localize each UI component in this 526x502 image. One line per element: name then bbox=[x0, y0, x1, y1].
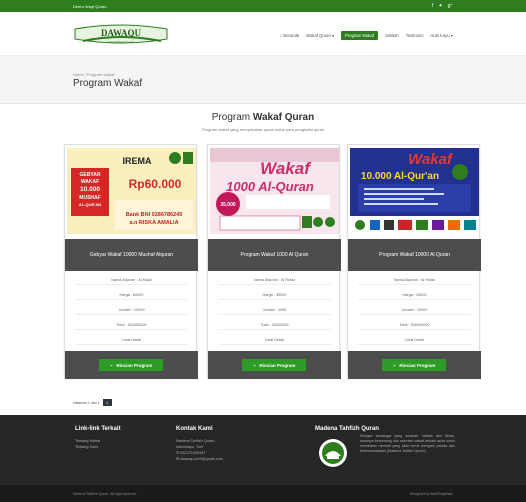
rincian-program-label: Rincian Program bbox=[399, 362, 436, 368]
page-button[interactable]: 1 bbox=[102, 399, 112, 406]
copyright-text: Madena Tahfizh Quran. All right reserved bbox=[73, 491, 137, 496]
pagination-label: Halaman 1 dari 1 bbox=[73, 400, 100, 405]
program-total: Total : 35000000 bbox=[218, 320, 331, 330]
poster-account-name: a.n RISKA AMALIA bbox=[129, 220, 178, 226]
chevron-down-icon: ⌄ bbox=[109, 362, 114, 367]
program-card: GEBYAR WAKAF 10.000 MUSHAF AL-QUR'AN IRE… bbox=[64, 144, 198, 379]
poster-price: Rp60.000 bbox=[129, 177, 182, 191]
program-total: Total : 300000000 bbox=[358, 320, 471, 330]
rincian-program-label: Rincian Program bbox=[259, 362, 296, 368]
footer-links-title: Link-link Terkait bbox=[75, 426, 121, 432]
section-subtitle: Program wakaf yang menyalurkan quran unt… bbox=[201, 127, 325, 132]
breadcrumb-separator: / bbox=[84, 72, 86, 77]
section-title-plain: Program bbox=[211, 112, 253, 123]
top-bar: Deeru Wuqf Quran f ✦ g⁺ bbox=[0, 0, 526, 12]
poster-irema: IREMA bbox=[123, 156, 153, 166]
breadcrumb-home[interactable]: Home bbox=[73, 72, 84, 77]
program-title[interactable]: Program Wakaf 1000 Al Quran bbox=[208, 239, 341, 271]
program-title[interactable]: Gebyar Wakaf 10000 Mushaf Alquran bbox=[65, 239, 198, 271]
nav-wakaf-quran[interactable]: Wakaf Quran ▾ bbox=[306, 33, 334, 38]
program-card: Wakaf 10.000 Al-Qur'an Program Wakaf 100… bbox=[347, 144, 481, 379]
chevron-down-icon: ⌄ bbox=[392, 362, 397, 367]
chevron-down-icon: ⌄ bbox=[252, 362, 257, 367]
main-nav: ⌂ Beranda Wakaf Quran ▾ Program Wakaf Se… bbox=[280, 31, 453, 40]
program-lihat-detail[interactable]: Lihat Detail bbox=[358, 335, 471, 345]
program-lihat-detail[interactable]: Lihat Detail bbox=[218, 335, 331, 345]
section-title: Program Wakaf Quran bbox=[0, 112, 526, 123]
designer-credit: Designed by BoldGraphistic bbox=[409, 491, 453, 496]
poster-line: MUSHAF bbox=[79, 195, 100, 201]
footer-logo-icon bbox=[318, 438, 348, 468]
google-plus-icon[interactable]: g⁺ bbox=[448, 3, 453, 9]
program-title[interactable]: Program Wakaf 10000 Al Quran bbox=[348, 239, 481, 271]
logo-tagline: Dana Wakaf Quran bbox=[108, 40, 134, 44]
program-poster[interactable]: Wakaf 1000 Al-Quran 35.000 bbox=[210, 148, 339, 234]
program-footer: ⌄ Rincian Program bbox=[208, 351, 341, 379]
program-footer: ⌄ Rincian Program bbox=[65, 351, 198, 379]
rincian-program-button[interactable]: ⌄ Rincian Program bbox=[382, 359, 446, 371]
nav-program-wakaf[interactable]: Program Wakaf bbox=[341, 31, 378, 40]
rincian-program-button[interactable]: ⌄ Rincian Program bbox=[99, 359, 163, 371]
poster-bank: Bank BNI 0286786245 bbox=[126, 212, 183, 218]
footer-contact: Kontak Kami Madena Tahfizh Quran, Indram… bbox=[176, 426, 223, 462]
program-nama: Nama Alquran : Al Majid bbox=[75, 275, 188, 285]
logo-text: DAWAQU bbox=[101, 28, 142, 38]
rincian-program-label: Rincian Program bbox=[116, 362, 153, 368]
program-nama: Nama Alquran : Al Hufaz bbox=[358, 275, 471, 285]
program-lihat-detail[interactable]: Lihat Detail bbox=[75, 335, 188, 345]
nav-hubi-kayu[interactable]: Hubi Kayu ▾ bbox=[430, 33, 453, 38]
social-links: f ✦ g⁺ bbox=[432, 3, 453, 9]
poster-wakaf: Wakaf bbox=[260, 159, 312, 178]
footer-link[interactable]: Tentang Kami bbox=[75, 444, 121, 450]
poster-price: 35.000 bbox=[220, 202, 236, 208]
footer-contact-title: Kontak Kami bbox=[176, 426, 213, 432]
breadcrumb: Home/Program Wakaf bbox=[73, 72, 114, 77]
bottom-bar: Madena Tahfizh Quran. All right reserved… bbox=[0, 485, 526, 502]
contact-email[interactable]: ✉ dawaqu.io99@gmail.com bbox=[176, 456, 223, 462]
poster-line: WAKAF bbox=[81, 179, 99, 185]
poster-quran: 10.000 Al-Qur'an bbox=[361, 171, 439, 182]
pagination: Halaman 1 dari 1 1 bbox=[73, 399, 112, 406]
twitter-icon[interactable]: ✦ bbox=[438, 3, 442, 9]
program-total: Total : 600000000 bbox=[75, 320, 188, 330]
program-harga: Harga : 35000 bbox=[218, 290, 331, 300]
section-title-bold: Wakaf Quran bbox=[252, 112, 315, 123]
rincian-program-button[interactable]: ⌄ Rincian Program bbox=[242, 359, 306, 371]
nav-sekilah[interactable]: Sekilah bbox=[385, 33, 399, 38]
footer-about-text: Dengan semangat yang amanah, kaltrak dan… bbox=[360, 434, 455, 453]
program-jumlah: Jumlah : 1000 bbox=[218, 305, 331, 315]
facebook-icon[interactable]: f bbox=[432, 3, 433, 9]
program-nama: Nama Alquran : Al Hufaz bbox=[218, 275, 331, 285]
site-logo[interactable]: DAWAQU Dana Wakaf Quran bbox=[73, 23, 169, 47]
program-card: Wakaf 1000 Al-Quran 35.000 Program Wakaf… bbox=[207, 144, 341, 379]
program-poster[interactable]: GEBYAR WAKAF 10.000 MUSHAF AL-QUR'AN IRE… bbox=[67, 148, 196, 234]
nav-home[interactable]: ⌂ Beranda bbox=[280, 33, 300, 38]
footer-links: Link-link Terkait Tentang Wakaf Tentang … bbox=[75, 426, 121, 450]
program-footer: ⌄ Rincian Program bbox=[348, 351, 481, 379]
top-bar-text: Deeru Wuqf Quran bbox=[73, 3, 107, 9]
home-icon: ⌂ bbox=[279, 33, 283, 38]
footer-about-title: Madena Tahfizh Quran bbox=[315, 426, 379, 432]
poster-line: AL-QUR'AN bbox=[79, 202, 101, 207]
poster-wakaf: Wakaf bbox=[408, 151, 454, 168]
program-harga: Harga : 30000 bbox=[358, 290, 471, 300]
program-jumlah: Jumlah : 10000 bbox=[358, 305, 471, 315]
page-title: Program Wakaf bbox=[73, 78, 143, 89]
program-jumlah: Jumlah : 10000 bbox=[75, 305, 188, 315]
breadcrumb-current: Program Wakaf bbox=[86, 72, 115, 77]
program-poster[interactable]: Wakaf 10.000 Al-Qur'an bbox=[350, 148, 479, 234]
nav-testimoni[interactable]: Testimoni bbox=[406, 33, 424, 38]
poster-line: GEBYAR bbox=[80, 172, 101, 178]
poster-quran: 1000 Al-Quran bbox=[226, 179, 314, 194]
program-harga: Harga : 60000 bbox=[75, 290, 188, 300]
nav-home-label: Beranda bbox=[283, 33, 300, 38]
poster-line: 10.000 bbox=[80, 186, 100, 193]
